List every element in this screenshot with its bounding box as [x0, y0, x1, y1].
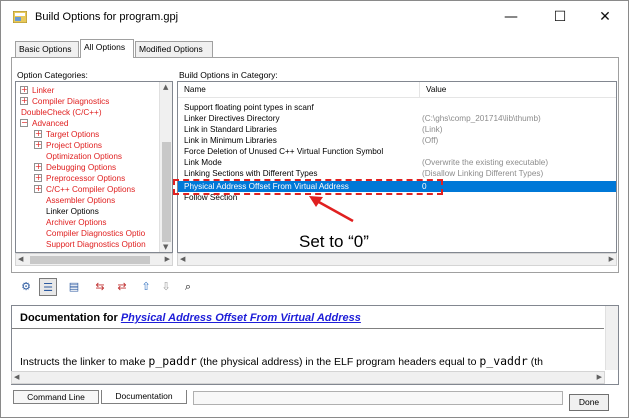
tree-vertical-scrollbar[interactable]: ▲ ▼	[159, 82, 172, 252]
option-value: (Link)	[422, 125, 443, 134]
scroll-left-icon[interactable]: ◀	[18, 255, 23, 263]
status-field	[193, 391, 563, 405]
tab-modified-options[interactable]: Modified Options	[135, 41, 213, 57]
copy-left-icon[interactable]: ⇆	[91, 278, 109, 296]
tree-item-linker-options[interactable]: Linker Options	[46, 206, 99, 217]
option-row[interactable]: Link in Minimum Libraries (Off)	[178, 135, 616, 146]
tree-item-doublecheck[interactable]: DoubleCheck (C/C++)	[21, 107, 102, 118]
options-list[interactable]: Name Value Support floating point types …	[177, 81, 617, 253]
column-header-value[interactable]: Value	[420, 82, 616, 98]
collapse-icon[interactable]: −	[20, 119, 28, 127]
divider	[12, 328, 604, 329]
tree-item-linker[interactable]: Linker	[32, 85, 54, 96]
expand-icon[interactable]: +	[34, 163, 42, 171]
option-name: Linker Directives Directory	[184, 114, 280, 123]
tree-item-assembler-options[interactable]: Assembler Options	[46, 195, 115, 206]
list-view-icon[interactable]: ☰	[39, 278, 57, 296]
option-name: Link in Minimum Libraries	[184, 136, 277, 145]
app-icon	[13, 11, 27, 23]
doc-vertical-scrollbar[interactable]	[605, 306, 618, 370]
option-name: Link in Standard Libraries	[184, 125, 277, 134]
tree-item-archiver-options[interactable]: Archiver Options	[46, 217, 107, 228]
doc-text-prefix: Instructs the linker to make	[20, 356, 149, 368]
doc-heading: Documentation for Physical Address Offse…	[20, 312, 361, 324]
tree-item-advanced[interactable]: Advanced	[32, 118, 68, 129]
tree-item-compiler-diagnostics[interactable]: Compiler Diagnostics	[32, 96, 109, 107]
tab-command-line[interactable]: Command Line	[13, 390, 99, 404]
doc-heading-prefix: Documentation for	[20, 312, 121, 324]
tree-item-compiler-diagnostics-options[interactable]: Compiler Diagnostics Optio	[46, 228, 145, 239]
doc-text-suffix: (th	[527, 356, 543, 368]
doc-code: p_paddr	[148, 354, 197, 368]
expand-icon[interactable]: +	[34, 174, 42, 182]
arrow-up-icon[interactable]: ⇧	[137, 278, 155, 296]
scroll-up-icon[interactable]: ▲	[163, 83, 168, 91]
expand-icon[interactable]: +	[34, 141, 42, 149]
doc-text-mid: (the physical address) in the ELF progra…	[196, 356, 480, 368]
tab-basic-options[interactable]: Basic Options	[15, 41, 79, 57]
title-bar[interactable]: Build Options for program.gpj — ☐ ✕	[1, 1, 628, 33]
category-tree[interactable]: + Linker + Compiler Diagnostics DoubleCh…	[15, 81, 173, 253]
tab-documentation[interactable]: Documentation	[101, 390, 187, 404]
doc-view-icon[interactable]: ▤	[65, 278, 83, 296]
done-button[interactable]: Done	[569, 394, 609, 411]
column-header-name[interactable]: Name	[178, 82, 420, 98]
doc-horizontal-scrollbar[interactable]: ◀ ▶	[11, 371, 605, 384]
tab-all-options[interactable]: All Options	[80, 39, 134, 58]
maximize-button[interactable]: ☐	[537, 1, 583, 33]
expand-icon[interactable]: +	[34, 185, 42, 193]
annotation-arrow	[309, 196, 354, 223]
scroll-right-icon[interactable]: ▶	[597, 373, 602, 381]
scroll-left-icon[interactable]: ◀	[14, 373, 19, 381]
scroll-left-icon[interactable]: ◀	[180, 255, 185, 263]
close-button[interactable]: ✕	[582, 1, 628, 33]
build-options-window: Build Options for program.gpj — ☐ ✕ Basi…	[0, 0, 629, 418]
expand-icon[interactable]: +	[34, 130, 42, 138]
options-horizontal-scrollbar[interactable]: ◀ ▶	[177, 253, 617, 266]
scroll-down-icon[interactable]: ▼	[163, 243, 168, 251]
option-value: (Overwrite the existing executable)	[422, 158, 549, 167]
build-options-label: Build Options in Category:	[179, 70, 278, 80]
option-categories-label: Option Categories:	[17, 70, 88, 80]
tree-item-target-options[interactable]: Target Options	[46, 129, 99, 140]
tree-item-preprocessor-options[interactable]: Preprocessor Options	[46, 173, 125, 184]
option-name: Linking Sections with Different Types	[184, 169, 318, 178]
tree-item-project-options[interactable]: Project Options	[46, 140, 102, 151]
copy-right-icon[interactable]: ⇄	[113, 278, 131, 296]
arrow-down-icon[interactable]: ⇩	[157, 278, 175, 296]
expand-icon[interactable]: +	[20, 86, 28, 94]
option-value: (C:\ghs\comp_201714\lib\thumb)	[422, 114, 541, 123]
tree-item-cpp-compiler-options[interactable]: C/C++ Compiler Options	[46, 184, 135, 195]
doc-body: Instructs the linker to make p_paddr (th…	[20, 354, 543, 368]
window-title: Build Options for program.gpj	[35, 11, 179, 23]
doc-heading-link[interactable]: Physical Address Offset From Virtual Add…	[121, 312, 361, 324]
scroll-right-icon[interactable]: ▶	[165, 255, 170, 263]
tree-item-support-diagnostics-options[interactable]: Support Diagnostics Option	[46, 239, 146, 250]
tree-scroll-thumb[interactable]	[162, 142, 171, 242]
option-row[interactable]: Support floating point types in scanf	[178, 102, 616, 113]
scroll-right-icon[interactable]: ▶	[609, 255, 614, 263]
minimize-button[interactable]: —	[488, 1, 534, 33]
expand-icon[interactable]: +	[20, 97, 28, 105]
option-name: Force Deletion of Unused C++ Virtual Fun…	[184, 147, 384, 156]
option-row[interactable]: Force Deletion of Unused C++ Virtual Fun…	[178, 146, 616, 157]
binoculars-icon[interactable]: ⌕	[179, 278, 197, 296]
settings-icon[interactable]: ⚙	[17, 278, 35, 296]
option-name: Support floating point types in scanf	[184, 103, 314, 112]
tree-hscroll-thumb[interactable]	[30, 256, 150, 264]
tree-item-optimization-options[interactable]: Optimization Options	[46, 151, 122, 162]
option-row[interactable]: Linker Directives Directory (C:\ghs\comp…	[178, 113, 616, 124]
option-row[interactable]: Link Mode (Overwrite the existing execut…	[178, 157, 616, 168]
tree-horizontal-scrollbar[interactable]: ◀ ▶	[15, 253, 173, 266]
annotation-text: Set to “0”	[299, 232, 369, 251]
option-name: Link Mode	[184, 158, 222, 167]
option-value: (Disallow Linking Different Types)	[422, 169, 544, 178]
option-row[interactable]: Link in Standard Libraries (Link)	[178, 124, 616, 135]
tree-item-debugging-options[interactable]: Debugging Options	[46, 162, 116, 173]
doc-code: p_vaddr	[479, 354, 528, 368]
option-value: (Off)	[422, 136, 439, 145]
option-row[interactable]: Linking Sections with Different Types (D…	[178, 168, 616, 179]
